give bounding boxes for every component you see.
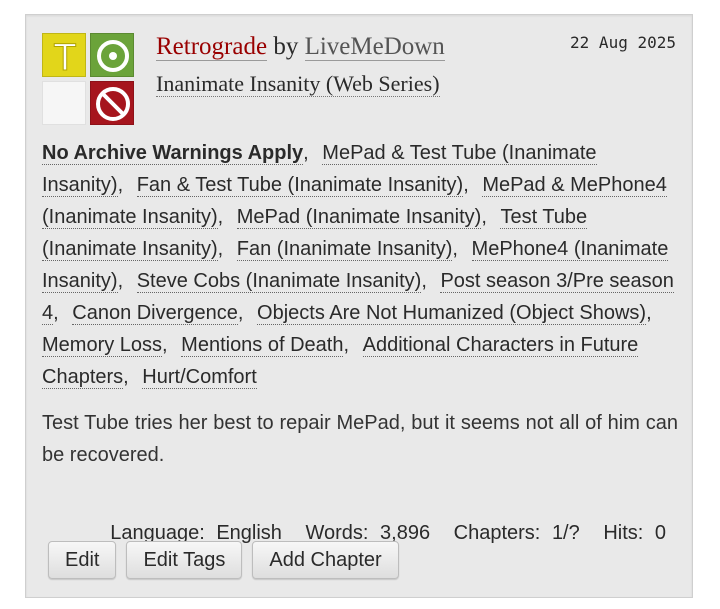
tag-separator: , [452, 238, 458, 260]
fandom-link[interactable]: Inanimate Insanity (Web Series) [156, 71, 440, 97]
tag-item-character: MePad (Inanimate Insanity), [236, 206, 495, 229]
tag-link[interactable]: MePad (Inanimate Insanity) [236, 206, 482, 229]
tag-item-freeform: Canon Divergence, [72, 302, 251, 325]
tag-separator: , [421, 270, 427, 292]
category-gen-icon[interactable] [90, 33, 134, 77]
tag-separator: , [117, 174, 124, 196]
tag-item-freeform: Mentions of Death, [181, 334, 357, 357]
svg-text:T: T [53, 37, 76, 78]
tag-link[interactable]: Mentions of Death [181, 334, 344, 357]
tag-separator: , [237, 302, 244, 324]
chapters-value: 1/? [551, 522, 580, 544]
tag-item-warning: No Archive Warnings Apply, [42, 142, 317, 165]
tag-link[interactable]: No Archive Warnings Apply [42, 142, 304, 165]
tag-link[interactable]: Fan (Inanimate Insanity) [236, 238, 453, 261]
by-label: by [273, 33, 299, 60]
tag-separator: , [117, 270, 124, 292]
work-title-link[interactable]: Retrograde [156, 33, 268, 61]
tag-separator: , [162, 334, 168, 356]
tag-link[interactable]: Fan & Test Tube (Inanimate Insanity) [136, 174, 464, 197]
rating-letter-icon: T [53, 37, 77, 79]
tag-item-character: Steve Cobs (Inanimate Insanity), [136, 270, 435, 293]
tag-item-freeform: Memory Loss, [42, 334, 176, 357]
chapters-label: Chapters: [453, 522, 541, 544]
tag-separator: , [217, 238, 224, 260]
tag-separator: , [217, 206, 224, 228]
no-sign-icon [96, 87, 130, 121]
work-blurb: T Retrograde by LiveMeDown Inanimate Ins… [25, 14, 693, 598]
rating-teen-icon[interactable]: T [42, 33, 86, 79]
tag-link[interactable]: Canon Divergence [72, 302, 238, 325]
tag-item-freeform: Hurt/Comfort [142, 366, 257, 389]
edit-button[interactable]: Edit [48, 541, 117, 579]
warnings-icon[interactable] [90, 81, 134, 125]
tag-item-relationship: Fan & Test Tube (Inanimate Insanity), [136, 174, 477, 197]
edit-tags-button[interactable]: Edit Tags [126, 541, 243, 579]
summary: Test Tube tries her best to repair MePad… [42, 412, 678, 466]
tag-link[interactable]: Hurt/Comfort [142, 366, 257, 389]
tag-separator: , [53, 302, 59, 324]
tag-link[interactable]: Steve Cobs (Inanimate Insanity) [136, 270, 422, 293]
work-heading: Retrograde by LiveMeDown [156, 31, 445, 63]
tag-item-freeform: Objects Are Not Humanized (Object Shows)… [257, 302, 660, 325]
required-tags[interactable]: T [42, 33, 136, 127]
circle-target-icon [97, 40, 129, 72]
tag-separator: , [343, 334, 350, 356]
tag-link[interactable]: Objects Are Not Humanized (Object Shows) [257, 302, 647, 325]
work-actions: Edit Edit Tags Add Chapter [48, 541, 399, 579]
fandom: Inanimate Insanity (Web Series) [156, 69, 440, 99]
tag-separator: , [123, 366, 129, 388]
tag-link[interactable]: Memory Loss [42, 334, 163, 357]
hits-value: 0 [654, 522, 666, 544]
tag-item-character: Fan (Inanimate Insanity), [236, 238, 466, 261]
author-link[interactable]: LiveMeDown [304, 33, 445, 61]
tag-separator: , [646, 302, 652, 324]
completion-status-icon[interactable] [42, 81, 86, 125]
tag-list: No Archive Warnings Apply, MePad & Test … [42, 137, 678, 393]
tag-separator: , [481, 206, 487, 228]
updated-date: 22 Aug 2025 [570, 33, 676, 52]
tag-separator: , [303, 142, 309, 164]
hits-label: Hits: [603, 522, 644, 544]
add-chapter-button[interactable]: Add Chapter [252, 541, 399, 579]
tag-separator: , [463, 174, 469, 196]
